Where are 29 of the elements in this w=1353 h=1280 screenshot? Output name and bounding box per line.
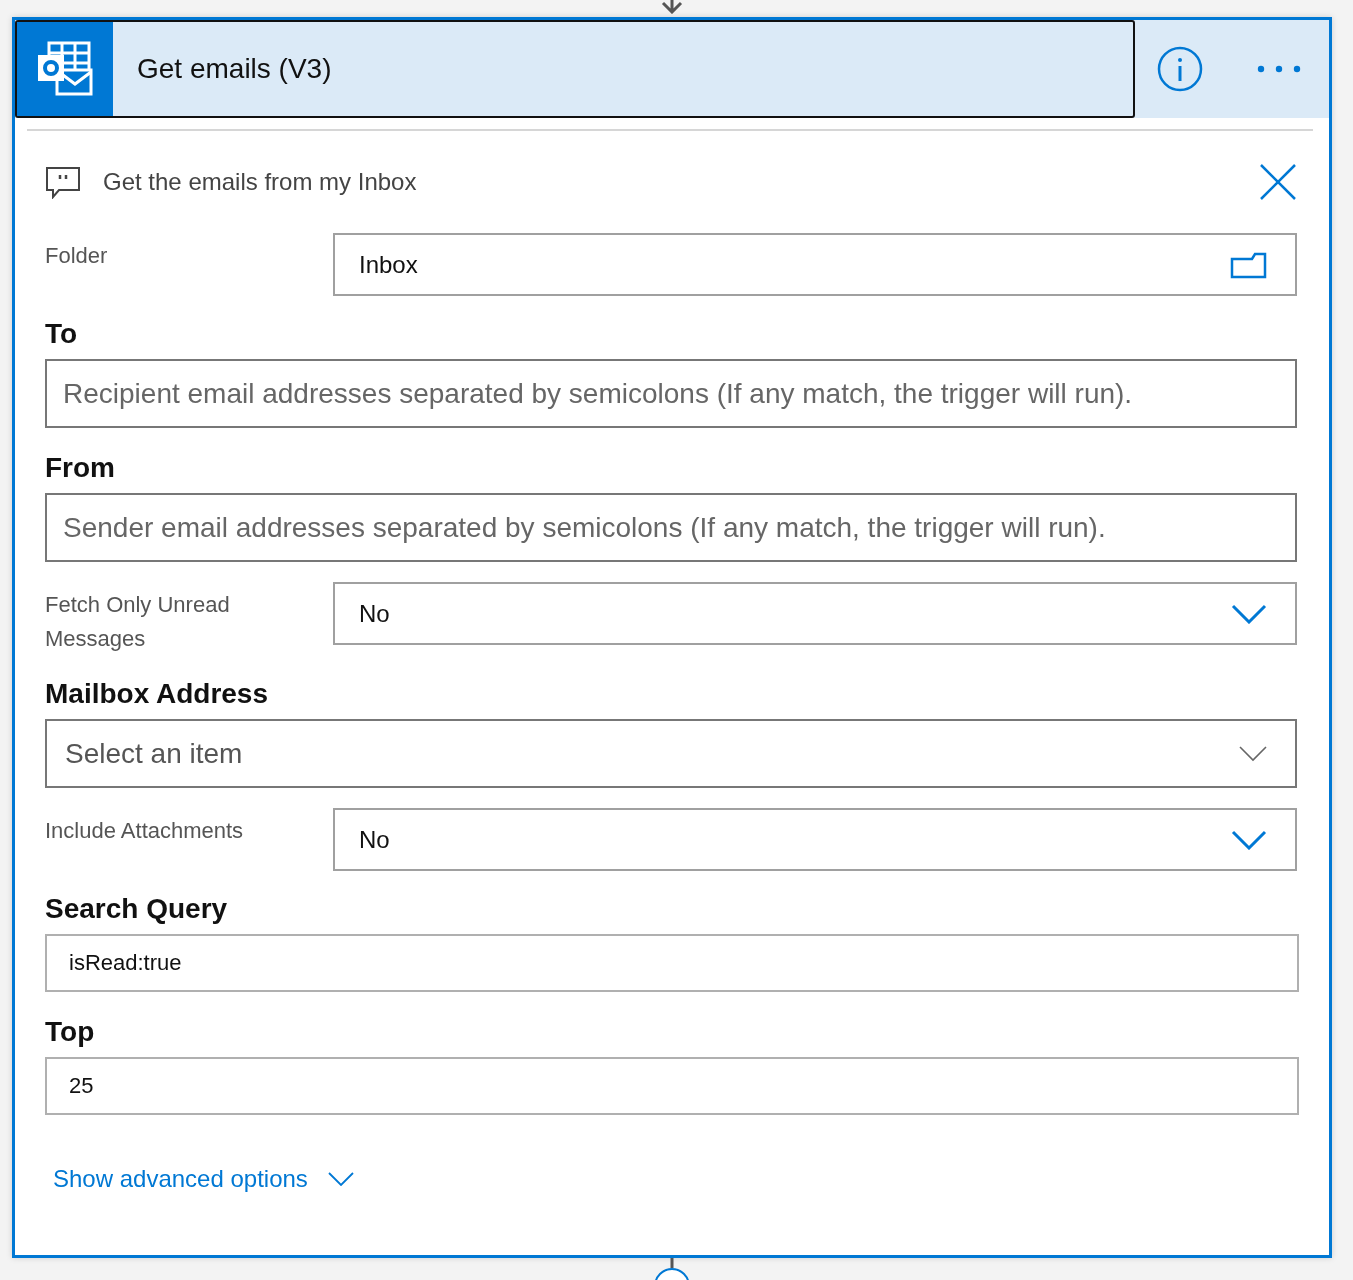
field-label: Top xyxy=(45,1015,96,1049)
dropdown[interactable]: No xyxy=(333,582,1297,645)
input-field[interactable]: 25 xyxy=(45,1057,1299,1115)
description-text: Get the emails from my Inbox xyxy=(103,168,418,196)
chevron-down-icon xyxy=(327,1172,354,1186)
info-icon[interactable] xyxy=(1157,46,1203,92)
show-advanced-options-link[interactable]: Show advanced options xyxy=(53,1165,354,1193)
field-label: To xyxy=(45,317,79,351)
input-field[interactable]: Recipient email addresses separated by semicolons (If any match, the trigger will run). xyxy=(45,359,1297,428)
field-label: From xyxy=(45,451,116,485)
chevron-down-icon xyxy=(1231,829,1267,850)
folder-field[interactable]: Inbox xyxy=(333,233,1297,296)
field-label: Include Attachments xyxy=(45,817,245,845)
comment-icon xyxy=(45,165,81,199)
chevron-down-icon xyxy=(1231,603,1267,624)
more-options-icon[interactable] xyxy=(1257,65,1301,73)
mail-calendar-icon xyxy=(35,40,95,98)
dropdown[interactable]: No xyxy=(333,808,1297,871)
title-bar[interactable]: Get emails (V3) xyxy=(15,20,1135,118)
field-label: Fetch Only Unread Messages xyxy=(45,591,231,653)
folder-icon[interactable] xyxy=(1230,250,1267,279)
close-icon[interactable] xyxy=(1259,163,1297,201)
chevron-down-icon xyxy=(1239,745,1267,762)
dropdown[interactable]: Select an item xyxy=(45,719,1297,788)
input-field[interactable]: isRead:true xyxy=(45,934,1299,992)
field-label: Search Query xyxy=(45,892,229,926)
field-label: Mailbox Address xyxy=(45,677,269,711)
field-label: Folder xyxy=(45,242,109,270)
input-field[interactable]: Sender email addresses separated by semicolons (If any match, the trigger will run). xyxy=(45,493,1297,562)
